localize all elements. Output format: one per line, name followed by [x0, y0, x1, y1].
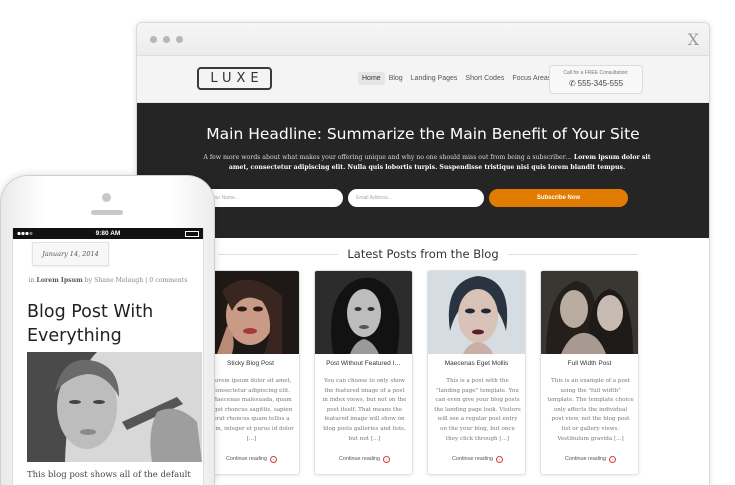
- byline-author: by Shane Melaugh: [84, 277, 144, 284]
- browser-window: X LUXE Home Blog Landing Pages Short Cod…: [136, 22, 710, 485]
- subscribe-button[interactable]: Subscribe Now: [489, 189, 628, 207]
- main-nav: Home Blog Landing Pages Short Codes Focu…: [358, 72, 555, 85]
- post-thumbnail[interactable]: [315, 271, 412, 354]
- post-card[interactable]: Sticky Blog Post Lorem ipsum dolor sit a…: [201, 270, 300, 475]
- post-excerpt: This blog post shows all of the default: [27, 470, 191, 480]
- status-bar: 9:80 AM: [13, 228, 203, 239]
- phone-device: 9:80 AM January 14, 2014 in Lorem Ipsum …: [0, 175, 215, 485]
- continue-reading-label: Continue reading: [338, 456, 381, 462]
- continue-reading-label: Continue reading: [451, 456, 494, 462]
- device-showcase: X LUXE Home Blog Landing Pages Short Cod…: [0, 0, 735, 485]
- speaker-icon: [91, 210, 123, 215]
- post-thumbnail[interactable]: [541, 271, 638, 354]
- subscribe-form: Your Name... Email Address... Subscribe …: [202, 189, 632, 207]
- hero-subtitle-plain: A few more words about what makes your o…: [203, 154, 574, 161]
- window-dot-icon: [150, 36, 157, 43]
- post-thumbnail[interactable]: [202, 271, 299, 354]
- post-title[interactable]: Maecenas Eget Mollis: [428, 360, 525, 367]
- camera-icon: [102, 193, 111, 202]
- post-title[interactable]: Full Width Post: [541, 360, 638, 367]
- chevron-circle-icon: ›: [609, 456, 617, 463]
- signal-icon: [17, 231, 33, 236]
- hero-section: Main Headline: Summarize the Main Benefi…: [137, 103, 709, 238]
- nav-item-short-codes[interactable]: Short Codes: [461, 72, 508, 85]
- chevron-circle-icon: ›: [270, 456, 278, 463]
- comments-link[interactable]: 0 comments: [149, 277, 187, 284]
- battery-icon: [185, 231, 199, 237]
- call-label: Call for a FREE Consultation:: [563, 70, 629, 76]
- nav-item-blog[interactable]: Blog: [385, 72, 407, 85]
- post-excerpt: Lorem ipsum dolor sit amet, consectetur …: [209, 378, 294, 442]
- continue-reading-label: Continue reading: [564, 456, 607, 462]
- continue-reading-link[interactable]: Continue reading ›: [208, 456, 295, 463]
- window-dot-icon: [176, 36, 183, 43]
- nav-item-landing-pages[interactable]: Landing Pages: [407, 72, 462, 85]
- continue-reading-label: Continue reading: [225, 456, 268, 462]
- browser-titlebar: X: [137, 23, 709, 56]
- site-logo[interactable]: LUXE: [197, 67, 272, 90]
- post-featured-image: [27, 352, 202, 462]
- post-card[interactable]: Maecenas Eget Mollis This is a post with…: [427, 270, 526, 475]
- close-icon[interactable]: X: [688, 30, 699, 49]
- post-byline: in Lorem Ipsum by Shane Melaugh | 0 comm…: [13, 277, 203, 284]
- hero-headline: Main Headline: Summarize the Main Benefi…: [206, 125, 640, 143]
- post-excerpt: This is a post with the "landing page" t…: [434, 378, 521, 442]
- window-dot-icon: [163, 36, 170, 43]
- continue-reading-link[interactable]: Continue reading ›: [321, 456, 408, 463]
- call-phone[interactable]: ✆ 555-345-555: [550, 79, 642, 88]
- hero-subtitle: A few more words about what makes your o…: [197, 153, 657, 173]
- post-card[interactable]: Post Without Featured I… You can choose …: [314, 270, 413, 475]
- site-header: LUXE Home Blog Landing Pages Short Codes…: [137, 56, 709, 103]
- phone-number: 555-345-555: [577, 79, 624, 88]
- blog-heading-text: Latest Posts from the Blog: [338, 247, 508, 261]
- post-headline: Blog Post With Everything: [27, 302, 154, 346]
- chevron-circle-icon: ›: [383, 456, 391, 463]
- continue-reading-link[interactable]: Continue reading ›: [547, 456, 634, 463]
- category-link[interactable]: Lorem Ipsum: [37, 277, 83, 284]
- name-input[interactable]: Your Name...: [202, 189, 343, 207]
- byline-in: in: [28, 277, 35, 284]
- phone-icon: ✆: [568, 79, 576, 88]
- phone-screen: 9:80 AM January 14, 2014 in Lorem Ipsum …: [12, 228, 204, 485]
- call-box: Call for a FREE Consultation: ✆ 555-345-5…: [549, 65, 643, 94]
- status-time: 9:80 AM: [95, 230, 121, 237]
- post-title[interactable]: Sticky Blog Post: [202, 360, 299, 367]
- byline-separator: |: [145, 277, 148, 284]
- post-thumbnail[interactable]: [428, 271, 525, 354]
- chevron-circle-icon: ›: [496, 456, 504, 463]
- continue-reading-link[interactable]: Continue reading ›: [434, 456, 521, 463]
- email-input[interactable]: Email Address...: [348, 189, 484, 207]
- post-excerpt: This is an example of a post using the "…: [547, 378, 634, 442]
- post-card[interactable]: Full Width Post This is an example of a …: [540, 270, 639, 475]
- post-excerpt: You can choose to only show the featured…: [322, 378, 407, 442]
- post-date: January 14, 2014: [32, 242, 109, 266]
- post-title[interactable]: Post Without Featured I…: [315, 360, 412, 367]
- blog-section-heading: Latest Posts from the Blog: [137, 245, 709, 263]
- nav-item-home[interactable]: Home: [358, 72, 385, 85]
